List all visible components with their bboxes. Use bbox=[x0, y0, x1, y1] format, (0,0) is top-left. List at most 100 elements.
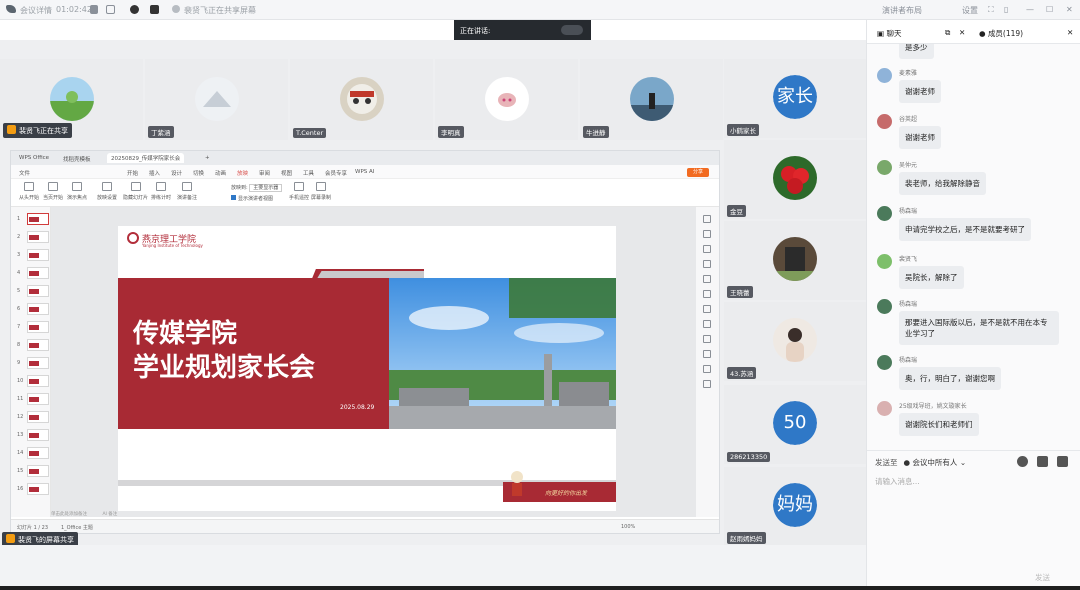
tab-presentation[interactable]: 20250829_传媒学院家长会 bbox=[107, 153, 185, 163]
avatar[interactable] bbox=[877, 299, 892, 314]
ribbon-button[interactable]: 排练计时 bbox=[151, 182, 171, 201]
members-close-icon[interactable]: ✕ bbox=[1067, 28, 1073, 37]
tab-members[interactable]: ● 成员(119) bbox=[979, 28, 1023, 39]
presenter-view-checkbox[interactable]: 显示演讲者视图 bbox=[231, 195, 273, 202]
send-button[interactable]: 发送 bbox=[1035, 572, 1050, 583]
slide-thumbnail[interactable] bbox=[27, 339, 49, 351]
slide-thumbnail[interactable] bbox=[27, 357, 49, 369]
participant-tile[interactable]: 李明真 bbox=[435, 59, 578, 140]
avatar[interactable] bbox=[877, 68, 892, 83]
participant-tile[interactable]: 妈妈 赵雨嫣妈妈 bbox=[724, 467, 866, 546]
side-tool-icon[interactable] bbox=[703, 215, 711, 223]
ribbon-button[interactable]: 从头开始 bbox=[19, 182, 39, 201]
share-button[interactable]: 分享 bbox=[687, 168, 709, 177]
slide-thumbnail[interactable] bbox=[27, 411, 49, 423]
participant-tile[interactable]: 金豆 bbox=[724, 140, 866, 219]
ribbon-button[interactable]: 放映设置 bbox=[97, 182, 117, 201]
record-icon[interactable] bbox=[130, 5, 139, 14]
participant-tile[interactable]: 王晓蕾 bbox=[724, 221, 866, 300]
side-tool-icon[interactable] bbox=[703, 335, 711, 343]
side-tool-icon[interactable] bbox=[703, 230, 711, 238]
side-tool-icon[interactable] bbox=[703, 260, 711, 268]
side-tool-icon[interactable] bbox=[703, 350, 711, 358]
maximize-icon[interactable]: ☐ bbox=[1046, 5, 1053, 14]
slide-thumbnail[interactable] bbox=[27, 483, 49, 495]
zoom-level[interactable]: 100% bbox=[621, 524, 635, 530]
participants-icon[interactable] bbox=[150, 5, 159, 14]
participant-tile[interactable]: 家长 小鹤家长 bbox=[724, 59, 866, 138]
slide-thumbnail[interactable] bbox=[27, 447, 49, 459]
side-tool-icon[interactable] bbox=[703, 320, 711, 328]
slide-thumbnail[interactable] bbox=[27, 213, 49, 225]
ribbon-button[interactable]: 当页开始 bbox=[43, 182, 63, 201]
fullscreen-icon[interactable]: ⛶ bbox=[988, 5, 994, 15]
participant-tile[interactable]: 裴贤飞正在共享 bbox=[0, 59, 143, 140]
monitor-select[interactable]: 放映到: 主要显示器 bbox=[231, 184, 283, 192]
participant-tile[interactable]: 43.苏涵 bbox=[724, 302, 866, 381]
menu-item[interactable]: 文件 bbox=[19, 169, 30, 177]
side-tool-icon[interactable] bbox=[703, 305, 711, 313]
ribbon-button[interactable]: 隐藏幻灯片 bbox=[123, 182, 148, 201]
menu-item[interactable]: 审阅 bbox=[259, 169, 270, 177]
participant-tile[interactable]: 50 286213350 bbox=[724, 385, 866, 464]
slide-thumbnail[interactable] bbox=[27, 249, 49, 261]
participant-tile[interactable]: 丁紫涵 bbox=[145, 59, 288, 140]
menu-item[interactable]: 设计 bbox=[171, 169, 182, 177]
slide-thumbnail[interactable] bbox=[27, 465, 49, 477]
slide-thumbnail[interactable] bbox=[27, 231, 49, 243]
minimize-icon[interactable]: — bbox=[1026, 5, 1034, 14]
side-tool-icon[interactable] bbox=[703, 290, 711, 298]
sidebar-toggle-icon[interactable]: ▯ bbox=[1004, 5, 1008, 14]
slide-thumbnail[interactable] bbox=[27, 429, 49, 441]
send-to-selector[interactable]: 发送至 ● 会议中所有人 ⌄ bbox=[875, 457, 966, 468]
chat-close-icon[interactable]: ✕ bbox=[959, 28, 965, 37]
popout-icon[interactable] bbox=[106, 5, 115, 14]
close-icon[interactable]: ✕ bbox=[1066, 5, 1073, 14]
avatar[interactable] bbox=[877, 401, 892, 416]
slide-thumbnail[interactable] bbox=[27, 375, 49, 387]
screenshot-icon[interactable] bbox=[1057, 456, 1068, 467]
menu-item-active[interactable]: 放映 bbox=[237, 169, 248, 177]
menu-item[interactable]: 动画 bbox=[215, 169, 226, 177]
notes-placeholder[interactable]: 单击此处添加备注 AI 备注 bbox=[51, 511, 696, 519]
side-tool-icon[interactable] bbox=[703, 380, 711, 388]
emoji-icon[interactable] bbox=[1017, 456, 1028, 467]
slide-thumbnail[interactable] bbox=[27, 267, 49, 279]
slide-thumbnail[interactable] bbox=[27, 285, 49, 297]
participant-tile[interactable]: T.Center bbox=[290, 59, 433, 140]
tab-wps-office[interactable]: WPS Office bbox=[15, 154, 53, 162]
ribbon-button[interactable]: 屏幕录制 bbox=[311, 182, 331, 201]
slide-thumbnail[interactable] bbox=[27, 303, 49, 315]
signal-icon[interactable] bbox=[90, 5, 98, 14]
avatar[interactable] bbox=[877, 160, 892, 175]
avatar[interactable] bbox=[877, 254, 892, 269]
chat-popout-icon[interactable]: ⧉ bbox=[945, 28, 950, 38]
side-tool-icon[interactable] bbox=[703, 275, 711, 283]
meeting-title[interactable]: 会议详情 bbox=[20, 5, 52, 16]
side-tool-icon[interactable] bbox=[703, 365, 711, 373]
ribbon-button[interactable]: 演示焦点 bbox=[67, 182, 87, 201]
tab-templates[interactable]: 找稻壳模板 bbox=[59, 154, 95, 164]
settings-button[interactable]: 设置 bbox=[962, 5, 978, 16]
avatar[interactable] bbox=[877, 206, 892, 221]
menu-item[interactable]: 插入 bbox=[149, 169, 160, 177]
menu-item[interactable]: WPS AI bbox=[355, 169, 374, 175]
tab-chat[interactable]: ▣ 聊天 bbox=[877, 28, 901, 39]
avatar[interactable] bbox=[877, 114, 892, 129]
menu-item[interactable]: 工具 bbox=[303, 169, 314, 177]
ribbon-button[interactable]: 手机遥控 bbox=[289, 182, 309, 201]
menu-item[interactable]: 视图 bbox=[281, 169, 292, 177]
add-tab-icon[interactable]: + bbox=[201, 154, 214, 162]
menu-item[interactable]: 切换 bbox=[193, 169, 204, 177]
slide-thumbnail[interactable] bbox=[27, 321, 49, 333]
slide-thumbnail[interactable] bbox=[27, 393, 49, 405]
menu-item[interactable]: 会员专享 bbox=[325, 169, 347, 177]
layout-button[interactable]: 演讲者布局 bbox=[882, 5, 922, 16]
side-tool-icon[interactable] bbox=[703, 245, 711, 253]
menu-item[interactable]: 开始 bbox=[127, 169, 138, 177]
avatar[interactable] bbox=[877, 355, 892, 370]
folder-icon[interactable] bbox=[1037, 456, 1048, 467]
participant-tile[interactable]: 牛进静 bbox=[580, 59, 723, 140]
ribbon-button[interactable]: 演讲备注 bbox=[177, 182, 197, 201]
message-input[interactable]: 请输入消息... bbox=[875, 476, 920, 487]
